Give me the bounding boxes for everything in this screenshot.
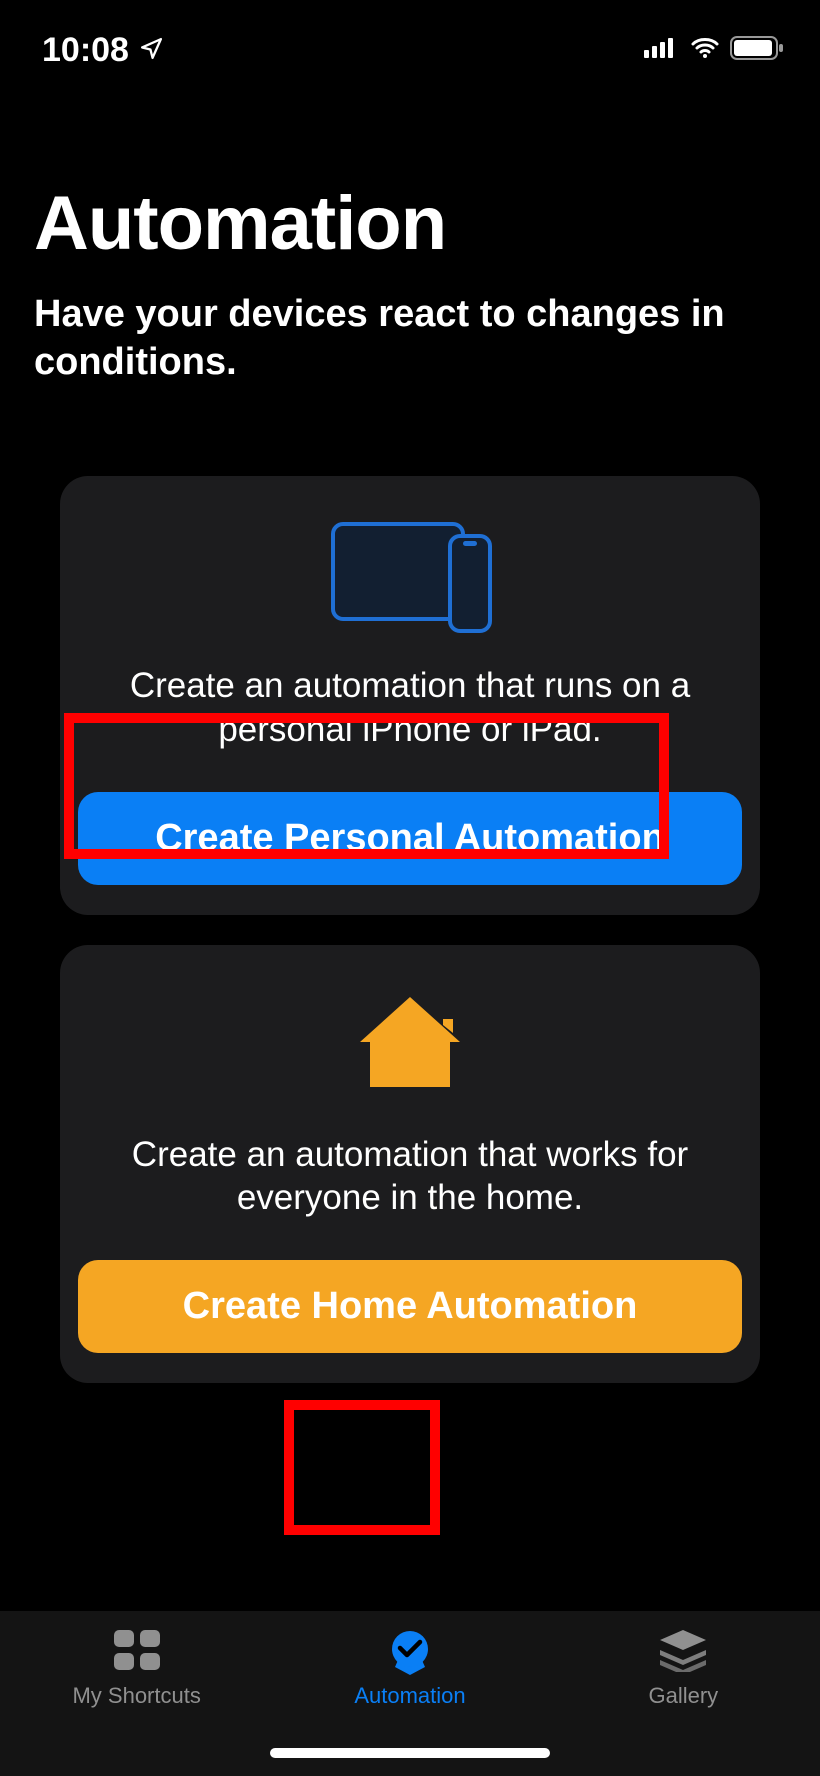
home-indicator[interactable] bbox=[270, 1748, 550, 1758]
personal-automation-description: Create an automation that runs on a pers… bbox=[78, 664, 742, 752]
devices-icon bbox=[78, 506, 742, 646]
tab-automation[interactable]: Automation bbox=[320, 1625, 500, 1709]
cellular-icon bbox=[644, 36, 680, 65]
tab-label-automation: Automation bbox=[354, 1683, 465, 1709]
status-bar: 10:08 bbox=[0, 0, 820, 80]
home-automation-card: Create an automation that works for ever… bbox=[60, 945, 760, 1384]
tab-gallery[interactable]: Gallery bbox=[593, 1625, 773, 1709]
annotation-highlight-tab bbox=[284, 1400, 440, 1535]
status-left: 10:08 bbox=[42, 31, 164, 70]
location-icon bbox=[139, 31, 164, 70]
tab-my-shortcuts[interactable]: My Shortcuts bbox=[47, 1625, 227, 1709]
page-title: Automation bbox=[34, 180, 786, 267]
cards-container: Create an automation that runs on a pers… bbox=[0, 386, 820, 1383]
wifi-icon bbox=[688, 36, 722, 65]
personal-automation-card: Create an automation that runs on a pers… bbox=[60, 476, 760, 915]
tab-label-my-shortcuts: My Shortcuts bbox=[72, 1683, 200, 1709]
create-personal-automation-button[interactable]: Create Personal Automation bbox=[78, 792, 742, 885]
tab-label-gallery: Gallery bbox=[648, 1683, 718, 1709]
automation-icon bbox=[382, 1625, 438, 1675]
shortcuts-icon bbox=[109, 1625, 165, 1675]
status-time: 10:08 bbox=[42, 31, 129, 70]
home-icon bbox=[78, 975, 742, 1115]
battery-icon bbox=[730, 35, 786, 66]
home-automation-description: Create an automation that works for ever… bbox=[78, 1133, 742, 1221]
page-header: Automation Have your devices react to ch… bbox=[0, 80, 820, 386]
page-subtitle: Have your devices react to changes in co… bbox=[34, 291, 786, 386]
create-home-automation-button[interactable]: Create Home Automation bbox=[78, 1260, 742, 1353]
status-right bbox=[644, 35, 786, 66]
gallery-icon bbox=[655, 1625, 711, 1675]
